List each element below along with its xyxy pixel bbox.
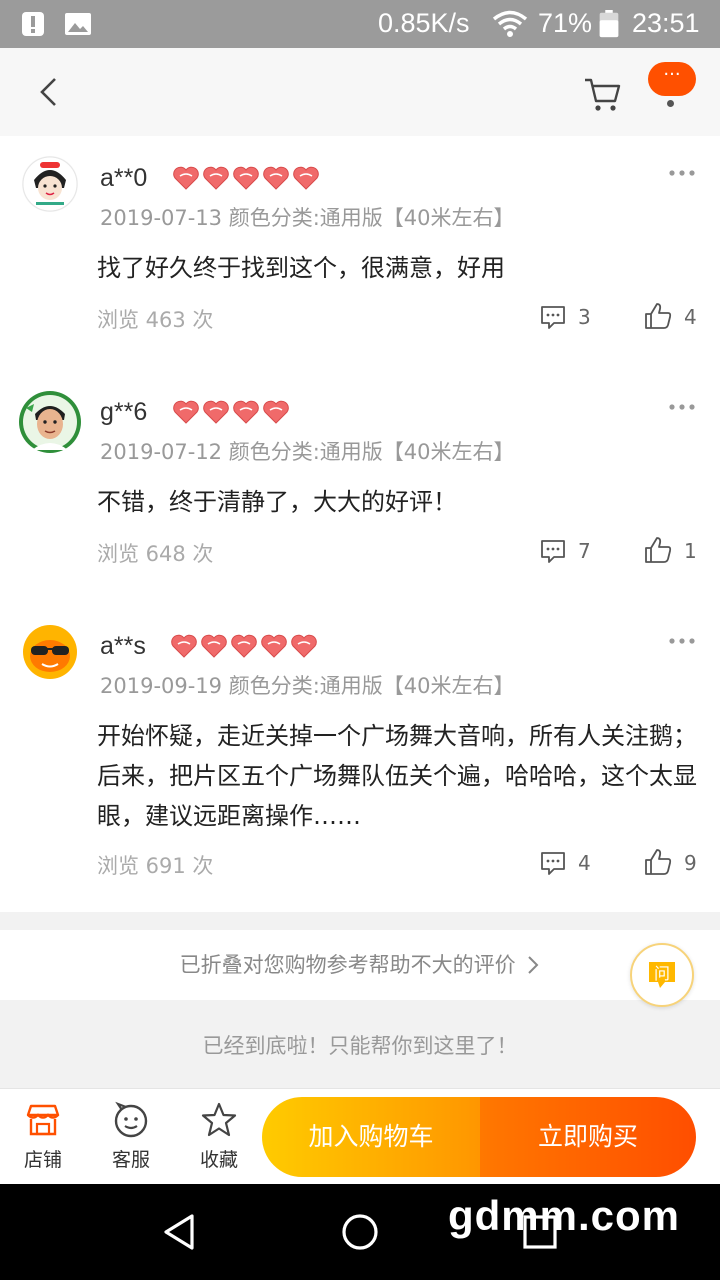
comment-icon[interactable]: [540, 850, 566, 876]
heart-icon: [203, 400, 229, 424]
ask-question-button[interactable]: 问: [630, 943, 694, 1007]
more-options-icon[interactable]: [668, 636, 696, 646]
like-count: 4: [684, 305, 697, 329]
back-triangle-icon[interactable]: [160, 1212, 200, 1252]
review-username[interactable]: a**0: [100, 164, 147, 193]
like-icon[interactable]: [644, 536, 672, 564]
comment-icon[interactable]: [540, 538, 566, 564]
view-count: 浏览 648 次: [97, 542, 214, 566]
review-item: a**s 2019-09-19 颜色分类:通用版【40米左右】 开始怀疑，走近关…: [0, 604, 720, 912]
review-meta: 2019-07-12 颜色分类:通用版【40米左右】: [100, 440, 515, 464]
avatar-orange-icon: [23, 625, 77, 679]
customer-service-icon: [114, 1101, 148, 1138]
shop-tab[interactable]: 店铺: [13, 1101, 73, 1172]
like-icon[interactable]: [644, 302, 672, 330]
avatar-girl-icon: [22, 156, 78, 212]
avatar[interactable]: [22, 156, 78, 212]
view-count: 浏览 691 次: [97, 854, 214, 878]
cart-icon[interactable]: [582, 74, 622, 114]
avatar[interactable]: [18, 390, 82, 454]
clock: 23:51: [632, 8, 700, 38]
heart-icon: [233, 400, 259, 424]
heart-icon: [173, 166, 199, 190]
avatar-man-icon: [19, 391, 81, 453]
comment-icon[interactable]: [540, 304, 566, 330]
folded-reviews-link[interactable]: 已折叠对您购物参考帮助不大的评价: [0, 930, 720, 1000]
heart-icon: [261, 634, 287, 658]
review-content: 不错，终于清静了，大大的好评！: [97, 488, 457, 516]
heart-icon: [201, 634, 227, 658]
like-icon[interactable]: [644, 848, 672, 876]
wifi-icon: [492, 10, 528, 37]
watermark-text: gdmm.com: [448, 1192, 681, 1239]
add-to-cart-button[interactable]: 加入购物车: [262, 1097, 480, 1177]
review-item: a**0 2019-07-13 颜色分类:通用版【40米左右】 找了好久终于找到…: [0, 136, 720, 370]
customer-service-tab[interactable]: 客服: [101, 1101, 161, 1172]
status-bar: 0.85K/s 71% 23:51: [0, 0, 720, 48]
heart-icon: [263, 400, 289, 424]
ask-label: 问: [653, 964, 670, 983]
home-circle-icon[interactable]: [340, 1212, 380, 1252]
more-options-icon[interactable]: [668, 402, 696, 412]
avatar[interactable]: [22, 624, 78, 680]
review-item: g**6 2019-07-12 颜色分类:通用版【40米左右】 不错，终于清静了…: [0, 370, 720, 604]
end-of-list-message: 已经到底啦！只能帮你到这里了！: [202, 1034, 518, 1058]
heart-icon: [293, 166, 319, 190]
rating-hearts: [172, 165, 320, 193]
view-count: 浏览 463 次: [97, 308, 214, 332]
heart-icon: [203, 166, 229, 190]
folded-reviews-label: 已折叠对您购物参考帮助不大的评价: [179, 953, 516, 977]
review-list: a**0 2019-07-13 颜色分类:通用版【40米左右】 找了好久终于找到…: [0, 136, 720, 912]
bottom-action-bar: 店铺 客服 收藏 加入购物车 立即购买: [0, 1088, 720, 1184]
back-icon[interactable]: [30, 72, 70, 112]
heart-icon: [233, 166, 259, 190]
like-count: 1: [684, 539, 697, 563]
review-meta: 2019-07-13 颜色分类:通用版【40米左右】: [100, 206, 515, 230]
review-content: 开始怀疑，走近关掉一个广场舞大音响，所有人关注鹅；后来，把片区五个广场舞队伍关个…: [97, 722, 697, 830]
comment-count: 3: [578, 305, 591, 329]
battery-icon: [599, 10, 619, 38]
heart-icon: [171, 634, 197, 658]
buy-now-button[interactable]: 立即购买: [480, 1097, 696, 1177]
heart-icon: [231, 634, 257, 658]
image-icon: [65, 13, 91, 35]
rating-hearts: [170, 633, 318, 661]
star-icon: [201, 1102, 237, 1137]
review-content: 找了好久终于找到这个，很满意，好用: [97, 254, 505, 282]
notification-dot: [667, 100, 674, 107]
customer-service-label: 客服: [111, 1149, 150, 1171]
heart-icon: [263, 166, 289, 190]
shop-label: 店铺: [23, 1149, 62, 1171]
more-menu-button[interactable]: ···: [648, 62, 696, 96]
alert-icon: [22, 12, 44, 36]
review-username[interactable]: a**s: [100, 632, 146, 661]
shop-icon: [26, 1104, 60, 1136]
comment-count: 7: [578, 539, 591, 563]
rating-hearts: [172, 399, 290, 427]
favorite-label: 收藏: [199, 1149, 238, 1171]
network-speed: 0.85K/s: [378, 8, 470, 38]
heart-icon: [173, 400, 199, 424]
heart-icon: [291, 634, 317, 658]
review-username[interactable]: g**6: [100, 398, 147, 427]
more-options-icon[interactable]: [668, 168, 696, 178]
favorite-tab[interactable]: 收藏: [189, 1101, 249, 1172]
battery-percent: 71%: [538, 8, 593, 38]
chevron-right-icon: [528, 956, 539, 974]
top-nav: ···: [0, 48, 720, 136]
comment-count: 4: [578, 851, 591, 875]
review-meta: 2019-09-19 颜色分类:通用版【40米左右】: [100, 674, 515, 698]
like-count: 9: [684, 851, 697, 875]
